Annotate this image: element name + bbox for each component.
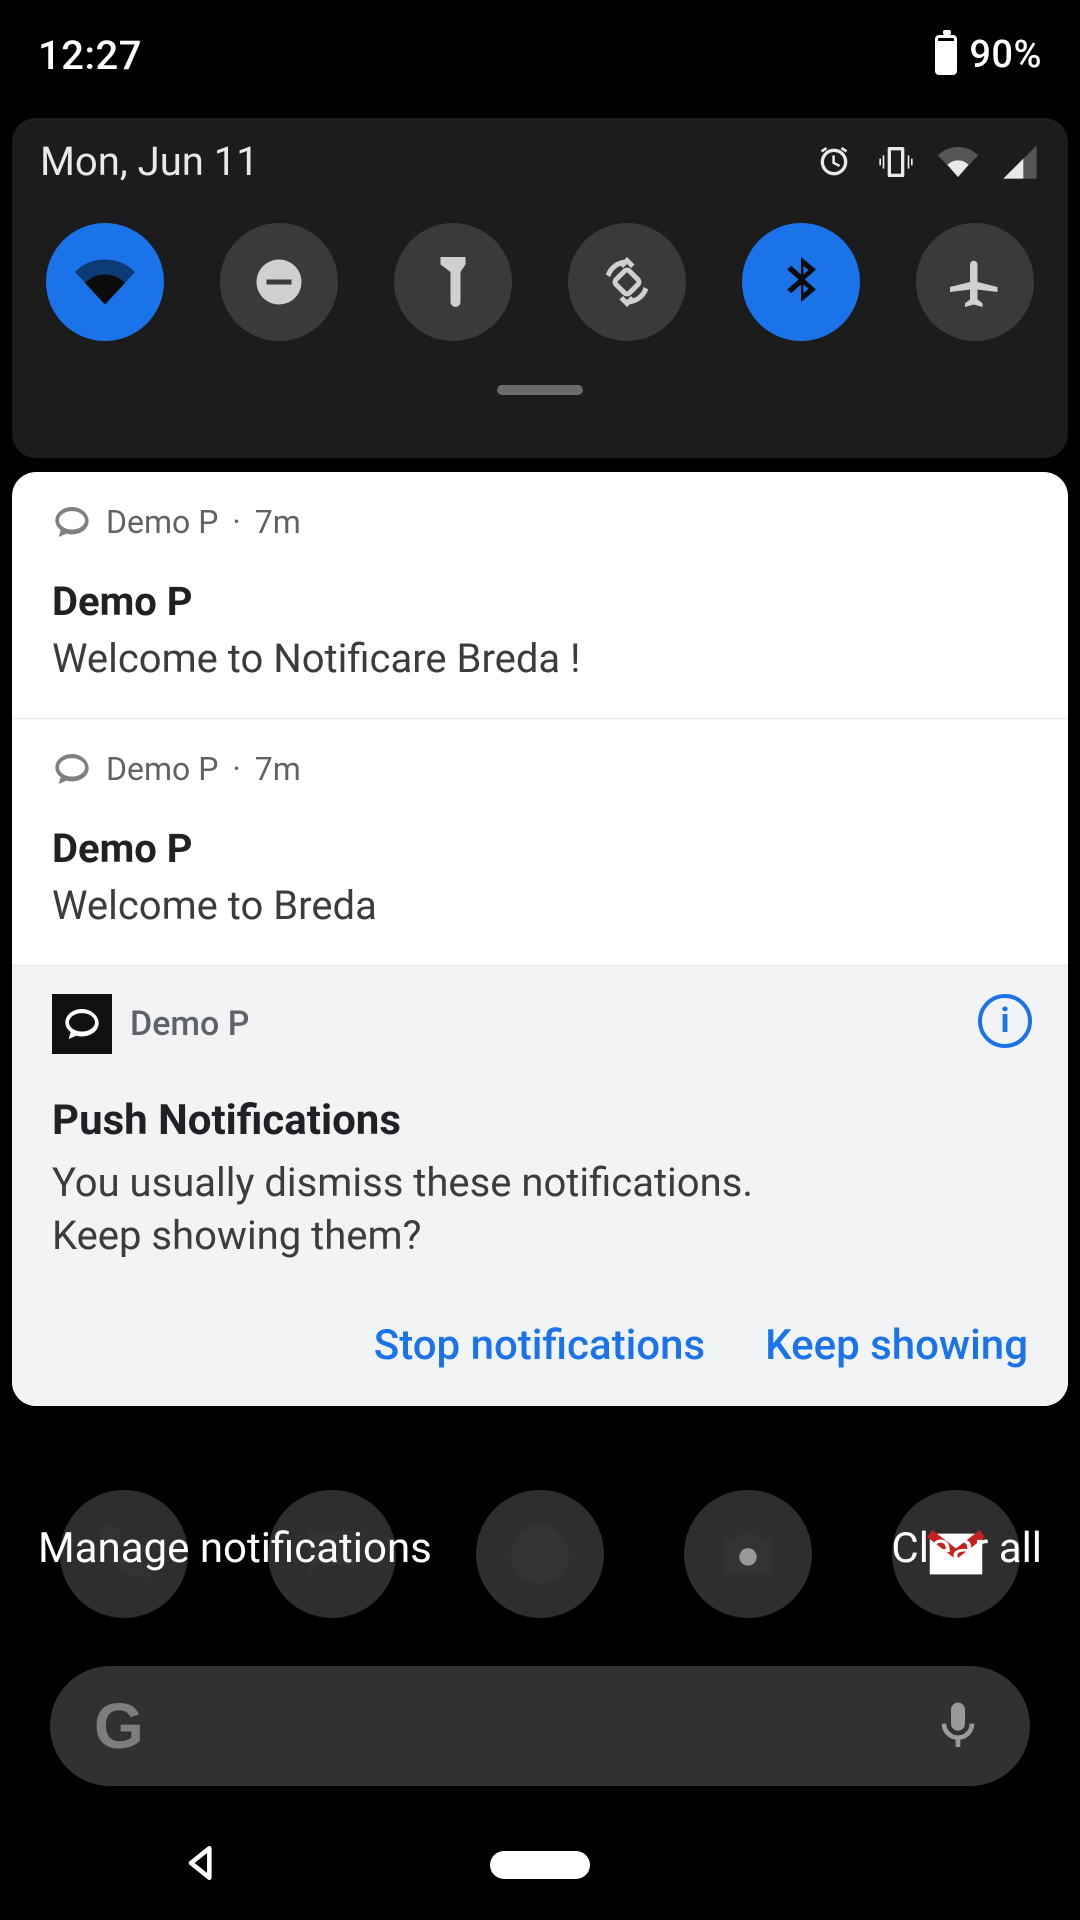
notification-shade[interactable]: Demo P · 7m Demo P Welcome to Notificare… <box>12 472 1068 1406</box>
notification-body: Welcome to Breda <box>52 882 1028 929</box>
qs-status-icons <box>814 142 1040 182</box>
wifi-small-icon <box>938 142 978 182</box>
clear-all-button[interactable]: Clear all <box>891 1524 1042 1573</box>
quick-settings-panel[interactable]: Mon, Jun 11 <box>12 118 1068 458</box>
system-prompt-heading: Push Notifications <box>52 1096 1028 1145</box>
mic-icon[interactable] <box>930 1698 986 1754</box>
app-chat-icon <box>52 749 92 789</box>
qs-tile-dnd[interactable] <box>220 223 338 341</box>
notification-item[interactable]: Demo P · 7m Demo P Welcome to Notificare… <box>12 472 1068 719</box>
nav-home-pill[interactable] <box>490 1851 590 1879</box>
qs-tile-airplane[interactable] <box>916 223 1034 341</box>
qs-date: Mon, Jun 11 <box>40 138 259 185</box>
app-square-icon <box>52 994 112 1054</box>
qs-expand-handle[interactable] <box>497 385 583 395</box>
stop-notifications-button[interactable]: Stop notifications <box>374 1321 705 1370</box>
qs-tile-flashlight[interactable] <box>394 223 512 341</box>
google-logo-icon: G <box>94 1689 144 1763</box>
cell-signal-icon <box>1000 142 1040 182</box>
battery-percent: 90% <box>969 33 1042 77</box>
status-bar: 12:27 90% <box>0 0 1080 110</box>
notification-title: Demo P <box>52 825 1028 872</box>
system-prompt-body: Keep showing them? <box>52 1210 1028 1263</box>
nav-back-button[interactable] <box>180 1841 224 1889</box>
notification-app-name: Demo P <box>106 750 218 788</box>
notification-title: Demo P <box>52 578 1028 625</box>
qs-tile-bluetooth[interactable] <box>742 223 860 341</box>
qs-tile-autorotate[interactable] <box>568 223 686 341</box>
status-time: 12:27 <box>38 32 142 79</box>
system-prompt-body: You usually dismiss these notifications. <box>52 1157 1028 1210</box>
notification-footer: Manage notifications Clear all <box>38 1524 1042 1573</box>
notification-age: 7m <box>255 750 301 788</box>
info-icon[interactable]: i <box>978 994 1032 1048</box>
system-prompt-app-name: Demo P <box>130 1004 249 1044</box>
google-search-bar[interactable]: G <box>50 1666 1030 1786</box>
manage-notifications-button[interactable]: Manage notifications <box>38 1524 432 1573</box>
alarm-icon <box>814 142 854 182</box>
notification-item[interactable]: Demo P · 7m Demo P Welcome to Breda <box>12 719 1068 966</box>
app-chat-icon <box>52 502 92 542</box>
navigation-bar <box>0 1810 1080 1920</box>
status-right: 90% <box>935 33 1042 77</box>
battery-icon <box>935 35 957 75</box>
vibrate-icon <box>876 142 916 182</box>
keep-showing-button[interactable]: Keep showing <box>765 1321 1028 1370</box>
notification-body: Welcome to Notificare Breda ! <box>52 635 1028 682</box>
notification-system-prompt[interactable]: Demo P i Push Notifications You usually … <box>12 966 1068 1406</box>
notification-age: 7m <box>255 503 301 541</box>
notification-app-name: Demo P <box>106 503 218 541</box>
qs-tile-wifi[interactable] <box>46 223 164 341</box>
